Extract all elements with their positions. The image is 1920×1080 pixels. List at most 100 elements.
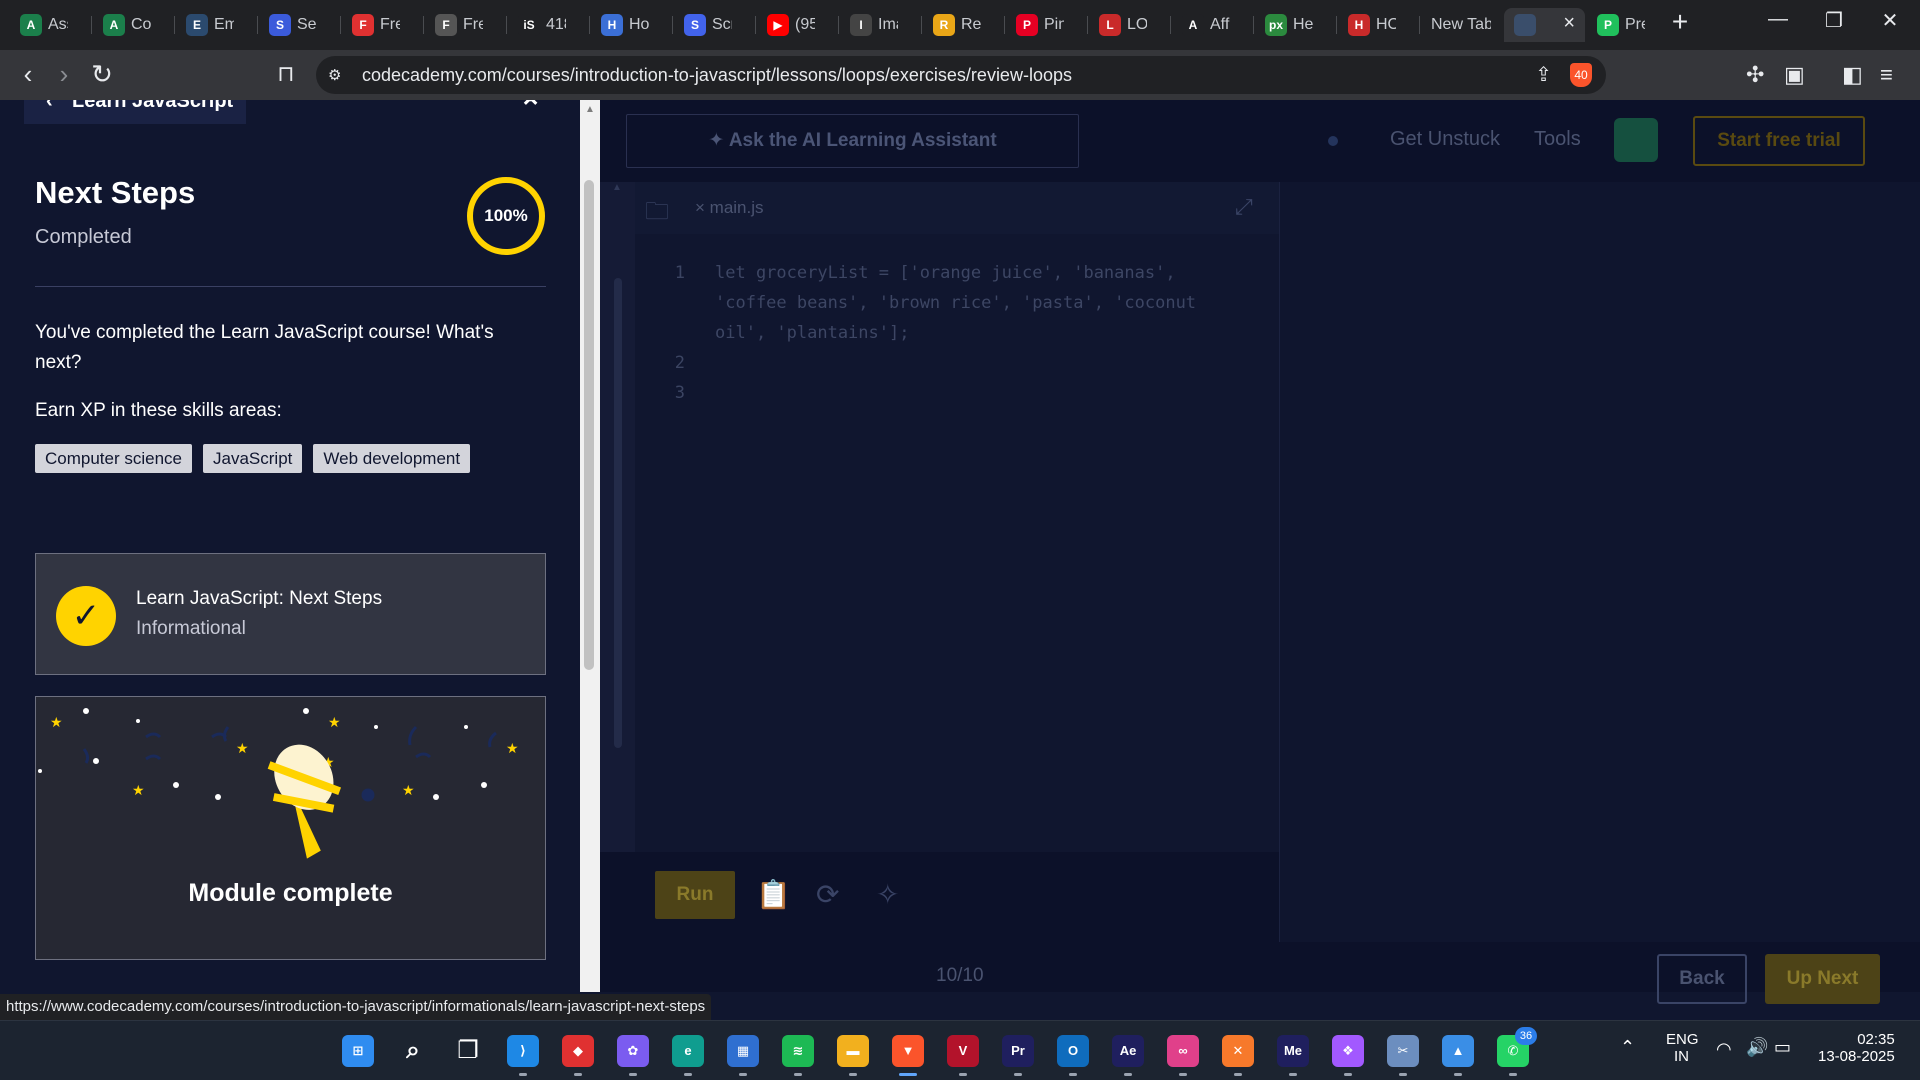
code-editor[interactable]: 🗀 × main.js ⤢ 1 let groceryList = ['oran… xyxy=(635,182,1279,852)
outlook-icon[interactable]: O xyxy=(1057,1035,1089,1067)
browser-tab[interactable]: L LO xyxy=(1089,8,1170,42)
spotify-icon[interactable]: ≋ xyxy=(782,1035,814,1067)
file-tab[interactable]: × main.js xyxy=(695,198,764,218)
browser-tab[interactable]: A Aff xyxy=(1172,8,1253,42)
tools-menu[interactable]: Tools xyxy=(1534,128,1581,151)
store-icon[interactable]: ▦ xyxy=(727,1035,759,1067)
browser-tab[interactable]: px Her xyxy=(1255,8,1336,42)
clock[interactable]: 02:35 13-08-2025 xyxy=(1818,1031,1895,1065)
address-url[interactable]: codecademy.com/courses/introduction-to-j… xyxy=(362,65,1072,86)
browser-tab[interactable]: A Coc xyxy=(93,8,174,42)
task-view-icon[interactable]: ❐ xyxy=(452,1035,484,1067)
workspace: ✦ Ask the AI Learning Assistant Get Unst… xyxy=(600,100,1920,1004)
vscode-icon[interactable]: ⟩ xyxy=(507,1035,539,1067)
up-next-button[interactable]: Up Next xyxy=(1765,954,1880,1004)
chevron-up-icon[interactable]: ⌃ xyxy=(518,100,543,127)
start-trial-button[interactable]: Start free trial xyxy=(1693,116,1865,166)
copilot-icon[interactable]: ✿ xyxy=(617,1035,649,1067)
browser-tab[interactable]: × xyxy=(1504,8,1585,42)
search-icon[interactable]: ⌕ xyxy=(397,1035,429,1067)
xampp-icon[interactable]: ✕ xyxy=(1222,1035,1254,1067)
address-bar[interactable]: ⚙ codecademy.com/courses/introduction-to… xyxy=(316,56,1606,94)
browser-tab[interactable]: S Sea xyxy=(259,8,340,42)
vivaldi-icon[interactable]: V xyxy=(947,1035,979,1067)
bookmark-icon[interactable]: ⊓ xyxy=(270,59,302,91)
run-button[interactable]: Run xyxy=(655,871,735,919)
browser-tab[interactable]: S Scr xyxy=(674,8,755,42)
brave-shields-icon[interactable]: 40 xyxy=(1570,63,1592,87)
folder-icon[interactable]: 🗀 xyxy=(645,194,669,235)
scrollbar-thumb[interactable] xyxy=(584,180,594,670)
back-button[interactable]: Back xyxy=(1657,954,1747,1004)
browser-tab[interactable]: A Ass xyxy=(10,8,91,42)
browser-tab[interactable]: I Ima xyxy=(840,8,921,42)
browser-tab[interactable]: R Rer xyxy=(923,8,1004,42)
course-back-link[interactable]: ‹ Learn JavaScript xyxy=(24,100,246,124)
close-tab-icon[interactable]: × xyxy=(1563,12,1575,35)
expand-icon[interactable]: ⤢ xyxy=(1235,194,1253,220)
browser-tab[interactable]: E Em xyxy=(176,8,257,42)
scroll-up-icon[interactable]: ▲ xyxy=(585,104,595,115)
skill-tag[interactable]: JavaScript xyxy=(203,444,303,473)
share-icon[interactable]: ⇪ xyxy=(1535,62,1552,87)
progress-ring: 100% xyxy=(467,177,545,255)
creative-cloud-icon[interactable]: ∞ xyxy=(1167,1035,1199,1067)
photos-icon[interactable]: ▲ xyxy=(1442,1035,1474,1067)
git-icon[interactable]: ◆ xyxy=(562,1035,594,1067)
skill-tag[interactable]: Computer science xyxy=(35,444,193,473)
magic-wand-icon[interactable]: ✧ xyxy=(876,878,899,911)
ai-assistant-button[interactable]: ✦ Ask the AI Learning Assistant xyxy=(626,114,1079,168)
browser-tab[interactable]: New Tab xyxy=(1421,8,1502,42)
battery-icon[interactable]: ▭ xyxy=(1774,1037,1791,1058)
browser-tab[interactable]: H HO xyxy=(1338,8,1419,42)
reload-icon[interactable]: ↻ xyxy=(86,59,118,91)
edge-icon[interactable]: e xyxy=(672,1035,704,1067)
sidebar-toggle-icon[interactable]: ◧ xyxy=(1842,62,1863,88)
wifi-icon[interactable]: ◠ xyxy=(1716,1039,1732,1060)
brave-icon[interactable]: ▼ xyxy=(892,1035,924,1067)
restore-icon[interactable]: ❐ xyxy=(1814,8,1854,33)
window-close-icon[interactable]: ✕ xyxy=(1870,8,1910,33)
new-tab-icon[interactable]: + xyxy=(1667,6,1693,38)
avatar[interactable] xyxy=(1614,118,1658,162)
module-complete-card: ★ ★ ★ ★ ★ ★ ★ Module complete xyxy=(35,696,546,960)
editor-scrollbar[interactable] xyxy=(614,278,622,748)
extensions-icon[interactable]: ✣ xyxy=(1746,62,1764,88)
menu-icon[interactable]: ≡ xyxy=(1880,62,1893,88)
volume-icon[interactable]: 🔊 xyxy=(1746,1037,1768,1058)
forward-icon[interactable]: › xyxy=(48,59,80,91)
windows-start-icon[interactable]: ⊞ xyxy=(342,1035,374,1067)
premiere-icon[interactable]: Pr xyxy=(1002,1035,1034,1067)
tab-favicon-icon: H xyxy=(1348,14,1370,36)
scroll-up-icon[interactable]: ▲ xyxy=(612,182,622,193)
browser-tab[interactable]: P Pin xyxy=(1006,8,1087,42)
browser-tab[interactable]: iS 418 xyxy=(508,8,589,42)
language-indicator[interactable]: ENG IN xyxy=(1666,1031,1699,1065)
browser-tab[interactable]: F Fre xyxy=(425,8,506,42)
clipboard-icon[interactable]: 📋 xyxy=(756,878,791,911)
browser-tab[interactable]: P Pre xyxy=(1587,8,1668,42)
media-encoder-icon[interactable]: Me xyxy=(1277,1035,1309,1067)
minimize-icon[interactable]: — xyxy=(1758,8,1798,31)
close-icon[interactable]: × xyxy=(695,198,710,217)
browser-tab[interactable]: H Ho xyxy=(591,8,672,42)
snipping-tool-icon[interactable]: ✂ xyxy=(1387,1035,1419,1067)
get-unstuck-menu[interactable]: Get Unstuck xyxy=(1390,128,1500,151)
browser-tab[interactable]: F Fre xyxy=(342,8,423,42)
reset-icon[interactable]: ⟳ xyxy=(816,878,839,911)
wallet-icon[interactable]: ▣ xyxy=(1784,62,1805,88)
tab-separator xyxy=(921,16,922,34)
skill-tag[interactable]: Web development xyxy=(313,444,471,473)
figma-icon[interactable]: ❖ xyxy=(1332,1035,1364,1067)
file-explorer-icon[interactable]: ▬ xyxy=(837,1035,869,1067)
after-effects-icon[interactable]: Ae xyxy=(1112,1035,1144,1067)
chevron-up-icon[interactable]: ⌃ xyxy=(1620,1037,1635,1058)
tab-separator xyxy=(1253,16,1254,34)
running-indicator xyxy=(574,1073,582,1076)
browser-tab[interactable]: ▶ (95 xyxy=(757,8,838,42)
next-steps-card[interactable]: ✓ Learn JavaScript: Next Steps Informati… xyxy=(35,553,546,675)
running-indicator xyxy=(1179,1073,1187,1076)
lesson-panel-scrollbar[interactable]: ▲ xyxy=(580,100,600,992)
site-info-icon[interactable]: ⚙ xyxy=(328,66,341,84)
back-icon[interactable]: ‹ xyxy=(12,59,44,91)
